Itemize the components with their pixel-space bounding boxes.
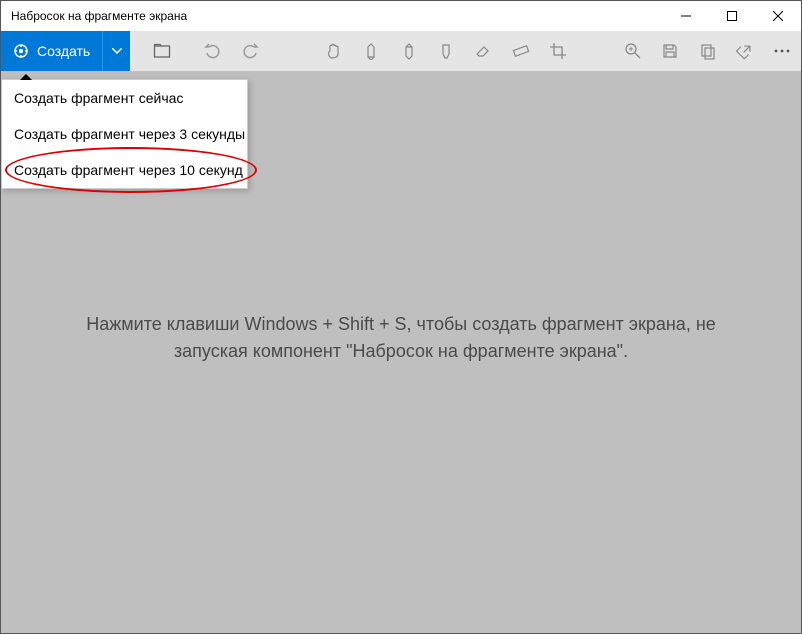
snip-3s-item[interactable]: Создать фрагмент через 3 секунды bbox=[2, 116, 247, 152]
snip-now-item[interactable]: Создать фрагмент сейчас bbox=[2, 80, 247, 116]
share-button[interactable] bbox=[726, 31, 763, 71]
hint-text: Нажмите клавиши Windows + Shift + S, что… bbox=[1, 311, 801, 365]
crop-icon bbox=[549, 42, 567, 60]
pencil-button[interactable] bbox=[390, 31, 427, 71]
snip-10s-item[interactable]: Создать фрагмент через 10 секунд bbox=[2, 152, 247, 188]
ellipsis-icon bbox=[773, 49, 791, 53]
window-title: Набросок на фрагменте экрана bbox=[11, 9, 187, 23]
new-snip-button[interactable]: Создать bbox=[1, 31, 102, 71]
save-icon bbox=[661, 42, 679, 60]
share-icon bbox=[736, 42, 754, 60]
eraser-button[interactable] bbox=[465, 31, 502, 71]
maximize-button[interactable] bbox=[709, 1, 755, 31]
title-bar: Набросок на фрагменте экрана bbox=[1, 1, 801, 31]
undo-button[interactable] bbox=[194, 31, 231, 71]
ruler-icon bbox=[512, 42, 530, 60]
highlighter-button[interactable] bbox=[427, 31, 464, 71]
copy-button[interactable] bbox=[689, 31, 726, 71]
copy-icon bbox=[699, 42, 717, 60]
open-file-button[interactable] bbox=[143, 31, 180, 71]
ballpoint-pen-button[interactable] bbox=[353, 31, 390, 71]
highlighter-icon bbox=[437, 42, 455, 60]
hand-icon bbox=[325, 42, 343, 60]
redo-icon bbox=[241, 42, 259, 60]
toolbar: Создать bbox=[1, 31, 801, 71]
pen-icon bbox=[362, 42, 380, 60]
zoom-button[interactable] bbox=[614, 31, 651, 71]
new-snip-dropdown-button[interactable] bbox=[102, 31, 130, 71]
chevron-down-icon bbox=[112, 48, 122, 54]
touch-writing-button[interactable] bbox=[315, 31, 352, 71]
close-button[interactable] bbox=[755, 1, 801, 31]
new-snip-label: Создать bbox=[37, 43, 90, 59]
new-snip-dropdown: Создать фрагмент сейчас Создать фрагмент… bbox=[1, 79, 248, 189]
pencil-icon bbox=[400, 42, 418, 60]
more-button[interactable] bbox=[764, 31, 801, 71]
eraser-icon bbox=[474, 42, 492, 60]
undo-icon bbox=[204, 42, 222, 60]
minimize-button[interactable] bbox=[663, 1, 709, 31]
app-window: Набросок на фрагменте экрана Создать bbox=[0, 0, 802, 634]
ruler-button[interactable] bbox=[502, 31, 539, 71]
snip-icon bbox=[13, 43, 29, 59]
redo-button[interactable] bbox=[231, 31, 268, 71]
zoom-icon bbox=[624, 42, 642, 60]
crop-button[interactable] bbox=[539, 31, 576, 71]
folder-icon bbox=[153, 42, 171, 60]
save-button[interactable] bbox=[651, 31, 688, 71]
